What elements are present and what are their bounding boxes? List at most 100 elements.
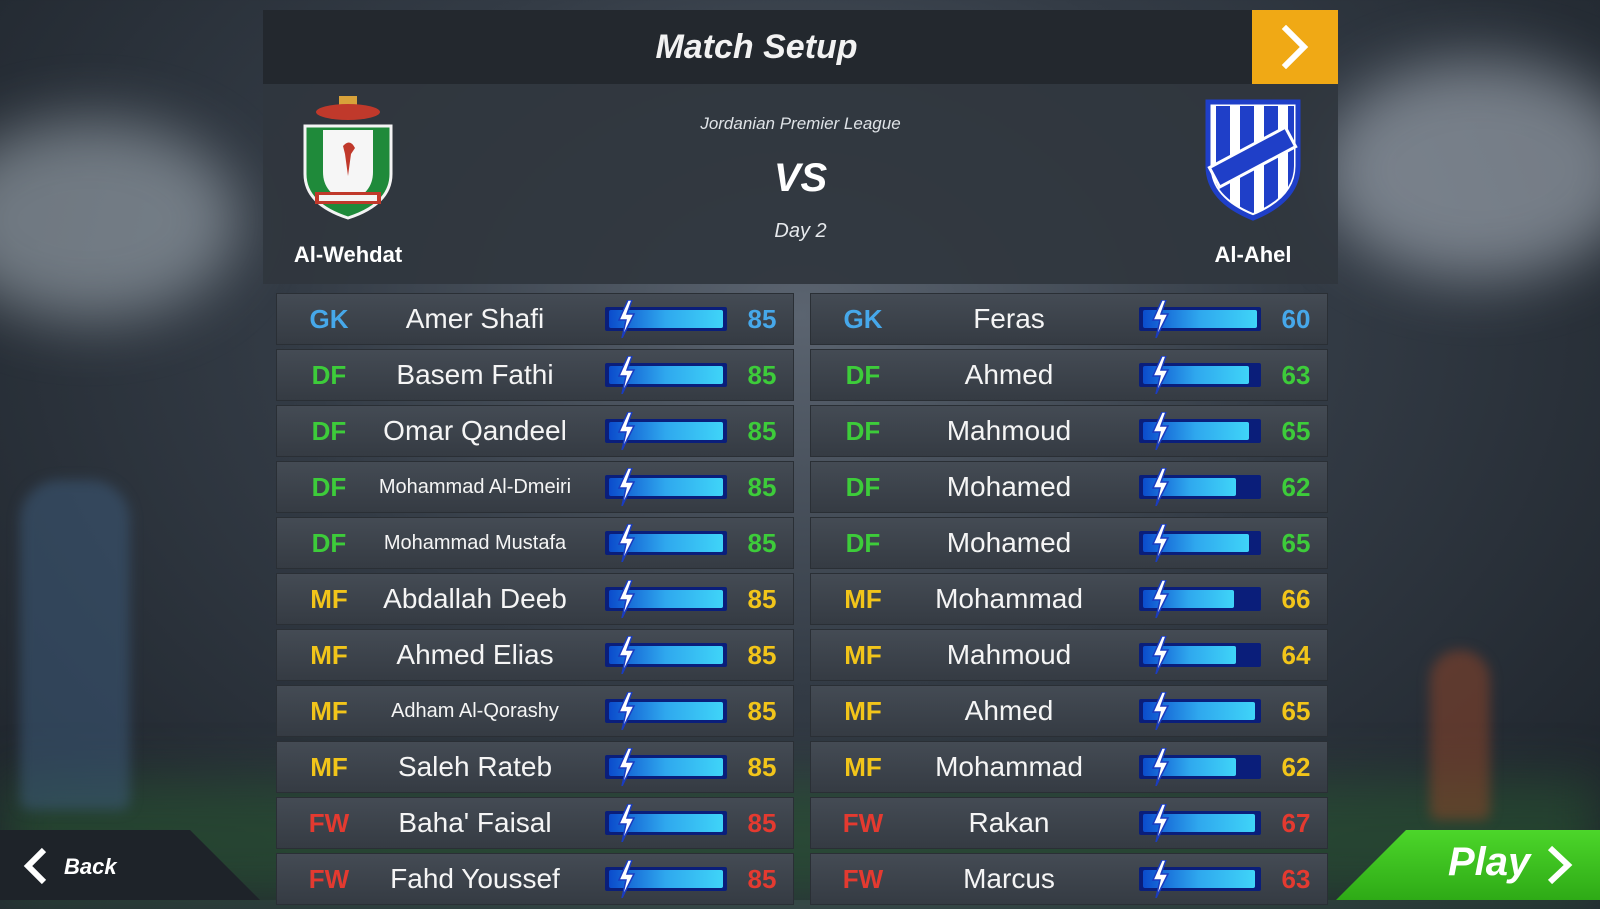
player-row[interactable]: FW Rakan 67 <box>810 797 1328 849</box>
player-row[interactable]: FW Baha' Faisal 85 <box>276 797 794 849</box>
player-row[interactable]: DF Mohamed 62 <box>810 461 1328 513</box>
player-name: Mohammad <box>935 751 1083 782</box>
player-rating: 65 <box>1281 696 1311 726</box>
lightning-icon <box>617 804 636 842</box>
lightning-icon <box>1151 748 1170 786</box>
player-rating: 62 <box>1281 472 1311 502</box>
player-rating: 85 <box>747 360 777 390</box>
lightning-icon <box>617 636 636 674</box>
home-team-name: Al-Wehdat <box>293 242 403 267</box>
player-rating: 85 <box>747 584 777 614</box>
player-rating: 85 <box>747 472 777 502</box>
player-rating: 63 <box>1281 360 1311 390</box>
player-rating: 65 <box>1281 528 1311 558</box>
chevron-right-icon <box>1281 25 1309 69</box>
player-name: Rakan <box>968 807 1050 838</box>
away-lineup-list: GK Feras 60 DF Ahmed 63 DF Mahmoud 65 DF Mohamed 62… <box>810 293 1328 909</box>
header-bar: Match Setup <box>263 10 1338 84</box>
player-rating: 85 <box>747 640 777 670</box>
page-title: Match Setup <box>655 28 858 66</box>
player-row[interactable]: DF Mahmoud 65 <box>810 405 1328 457</box>
play-button[interactable]: Play <box>1336 830 1600 900</box>
al-ahel-crest <box>1205 99 1301 221</box>
lightning-icon <box>1151 412 1170 450</box>
player-row[interactable]: FW Fahd Youssef 85 <box>276 853 794 905</box>
player-row[interactable]: GK Amer Shafi 85 <box>276 293 794 345</box>
away-team: Al-Ahel <box>1168 84 1338 284</box>
lightning-icon <box>1151 636 1170 674</box>
player-name: Ahmed <box>964 359 1054 390</box>
lightning-icon <box>617 524 636 562</box>
lightning-icon <box>1151 300 1170 338</box>
player-row[interactable]: MF Ahmed Elias 85 <box>276 629 794 681</box>
player-name: Mohamed <box>946 471 1072 502</box>
lightning-icon <box>617 748 636 786</box>
player-row[interactable]: DF Mohammad Al-Dmeiri 85 <box>276 461 794 513</box>
player-rating: 85 <box>747 752 777 782</box>
lightning-icon <box>617 412 636 450</box>
player-row[interactable]: MF Abdallah Deeb 85 <box>276 573 794 625</box>
player-rating: 60 <box>1281 304 1311 334</box>
player-row[interactable]: MF Adham Al-Qorashy 85 <box>276 685 794 737</box>
player-row[interactable]: DF Ahmed 63 <box>810 349 1328 401</box>
player-name: Omar Qandeel <box>383 415 567 446</box>
lightning-icon <box>617 580 636 618</box>
player-row[interactable]: MF Mahmoud 64 <box>810 629 1328 681</box>
player-name: Baha' Faisal <box>398 807 552 838</box>
player-name: Mahmoud <box>946 415 1072 446</box>
lightning-icon <box>1151 692 1170 730</box>
player-row[interactable]: DF Basem Fathi 85 <box>276 349 794 401</box>
player-row[interactable]: MF Mohammad 62 <box>810 741 1328 793</box>
player-name: Mohammad Mustafa <box>383 532 567 554</box>
player-row[interactable]: MF Mohammad 66 <box>810 573 1328 625</box>
lightning-icon <box>1151 356 1170 394</box>
back-button[interactable]: Back <box>0 830 260 900</box>
player-row[interactable]: MF Saleh Rateb 85 <box>276 741 794 793</box>
home-lineup-list: GK Amer Shafi 85 DF Basem Fathi 85 DF Omar Qand… <box>276 293 794 909</box>
player-rating: 85 <box>747 864 777 894</box>
player-name: Amer Shafi <box>405 303 545 334</box>
player-rating: 85 <box>747 808 777 838</box>
player-name: Ahmed Elias <box>396 639 554 670</box>
player-name: Marcus <box>963 863 1055 894</box>
lightning-icon <box>617 860 636 898</box>
player-name: Mahmoud <box>946 639 1072 670</box>
player-row[interactable]: GK Feras 60 <box>810 293 1328 345</box>
lightning-icon <box>617 300 636 338</box>
player-rating: 85 <box>747 304 777 334</box>
player-name: Mohammad Al-Dmeiri <box>378 476 572 498</box>
player-name: Mohammad <box>935 583 1083 614</box>
player-row[interactable]: DF Mohammad Mustafa 85 <box>276 517 794 569</box>
player-row[interactable]: MF Ahmed 65 <box>810 685 1328 737</box>
player-name: Feras <box>973 303 1045 334</box>
player-rating: 85 <box>747 416 777 446</box>
player-row[interactable]: FW Marcus 63 <box>810 853 1328 905</box>
play-button-label: Play <box>1448 840 1531 884</box>
away-team-name: Al-Ahel <box>1214 242 1292 267</box>
player-rating: 67 <box>1281 808 1311 838</box>
player-name: Abdallah Deeb <box>383 583 567 614</box>
back-button-label: Back <box>64 854 117 879</box>
match-info-card: Al-Wehdat Jordanian Premier League VS Da… <box>263 84 1338 284</box>
player-name: Mohamed <box>946 527 1072 558</box>
chevron-left-icon <box>23 847 47 885</box>
player-rating: 65 <box>1281 416 1311 446</box>
lightning-icon <box>617 692 636 730</box>
lightning-icon <box>1151 468 1170 506</box>
player-row[interactable]: DF Mohamed 65 <box>810 517 1328 569</box>
player-rating: 66 <box>1281 584 1311 614</box>
player-name: Ahmed <box>964 695 1054 726</box>
player-name: Basem Fathi <box>396 359 554 390</box>
lightning-icon <box>617 468 636 506</box>
lightning-icon <box>1151 524 1170 562</box>
lightning-icon <box>1151 804 1170 842</box>
player-name: Fahd Youssef <box>390 863 560 894</box>
lightning-icon <box>1151 580 1170 618</box>
player-name: Adham Al-Qorashy <box>391 700 559 722</box>
next-button[interactable] <box>1252 10 1338 84</box>
player-rating: 85 <box>747 528 777 558</box>
lightning-icon <box>1151 860 1170 898</box>
player-row[interactable]: DF Omar Qandeel 85 <box>276 405 794 457</box>
player-rating: 64 <box>1281 640 1311 670</box>
player-rating: 85 <box>747 696 777 726</box>
